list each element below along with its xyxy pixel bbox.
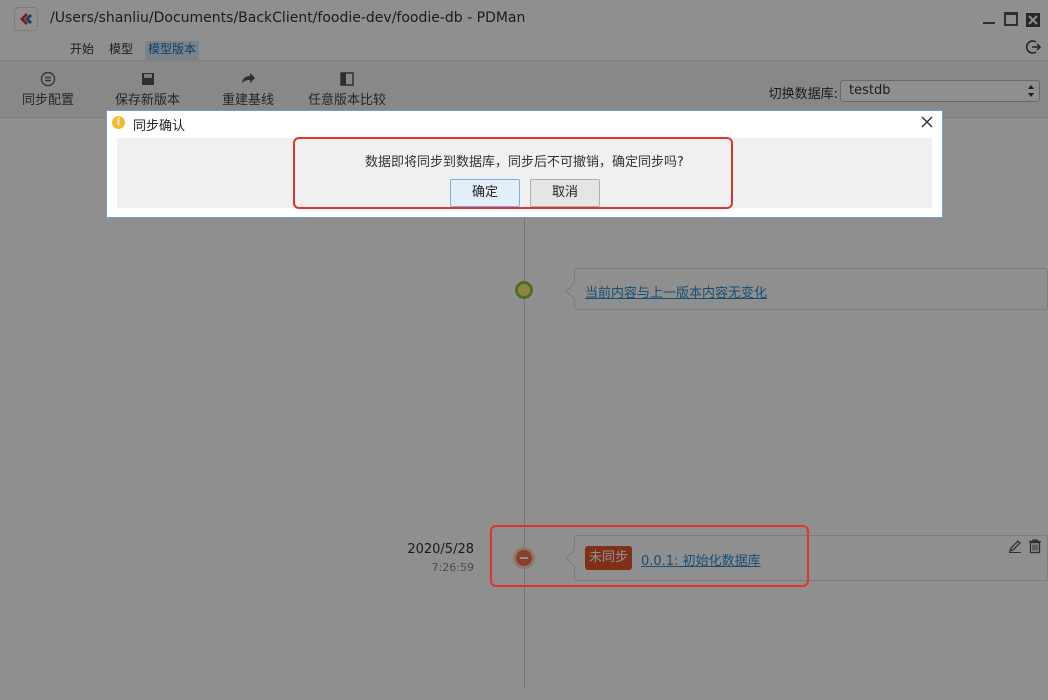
modal-overlay xyxy=(0,0,1048,700)
dialog-title: 同步确认 xyxy=(133,119,186,134)
annotation-highlight-version xyxy=(490,525,809,587)
annotation-highlight-dialog xyxy=(293,137,733,209)
dialog-header: i 同步确认 xyxy=(107,111,942,135)
close-icon[interactable] xyxy=(920,115,934,129)
info-icon: i xyxy=(112,116,125,129)
